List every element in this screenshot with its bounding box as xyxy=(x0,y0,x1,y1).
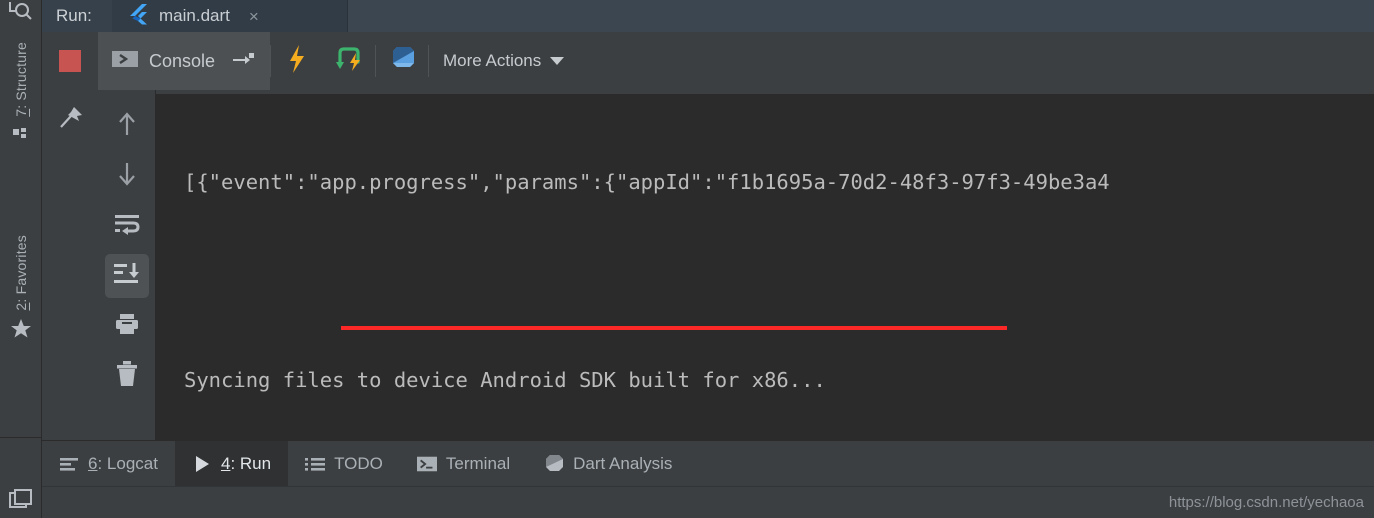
hot-restart-button[interactable] xyxy=(323,32,375,90)
bottom-tab-run[interactable]: 4: Run xyxy=(174,441,289,486)
tab-main-dart[interactable]: main.dart × xyxy=(112,0,348,32)
soft-wrap-icon xyxy=(113,212,141,241)
toggle-tool-windows-icon[interactable] xyxy=(8,487,34,511)
bottom-tab-dart-analysis-label: Dart Analysis xyxy=(573,453,673,473)
bottom-tab-todo-label: TODO xyxy=(334,453,383,473)
close-icon[interactable]: × xyxy=(249,8,259,25)
hot-restart-icon xyxy=(334,45,364,78)
bottom-tab-logcat[interactable]: 6: Logcat xyxy=(42,441,175,486)
bottom-tab-todo[interactable]: TODO xyxy=(288,441,400,486)
run-label: Run: xyxy=(42,0,112,32)
star-icon xyxy=(10,318,32,340)
stripe-divider xyxy=(0,437,42,438)
bottom-tab-terminal[interactable]: Terminal xyxy=(400,441,527,486)
stop-button[interactable] xyxy=(42,32,98,90)
favorites-mnemonic: 2 xyxy=(13,302,29,311)
toolbar-filler xyxy=(578,32,1374,90)
trash-icon xyxy=(115,360,139,392)
sidebar-item-favorites-label: 2: Favorites xyxy=(13,235,29,311)
scroll-to-end-icon xyxy=(112,261,142,292)
vertical-tab-group: 7: Structure 2: Favorites xyxy=(0,30,42,430)
stop-icon xyxy=(59,50,81,72)
more-actions-button[interactable]: More Actions xyxy=(429,32,578,90)
console-line: Syncing files to device Android SDK buil… xyxy=(184,368,826,392)
ide-run-window: 7: Structure 2: Favorites Run: main.dart… xyxy=(0,0,1374,518)
scroll-down-button[interactable] xyxy=(105,154,149,198)
structure-mnemonic: 7 xyxy=(13,108,29,117)
tab-main-dart-label: main.dart xyxy=(159,6,230,25)
console-gutter-toolbar xyxy=(98,90,156,440)
console-output-panel[interactable]: [{"event":"app.progress","params":{"appI… xyxy=(156,90,1374,440)
bottom-tab-logcat-label: 6: Logcat xyxy=(88,453,158,473)
hot-reload-button[interactable] xyxy=(271,32,323,90)
lightning-bolt-icon xyxy=(286,44,308,79)
bottom-tab-dart-analysis[interactable]: Dart Analysis xyxy=(527,441,689,486)
scroll-up-button[interactable] xyxy=(105,104,149,148)
watermark-text: https://blog.csdn.net/yechaoa xyxy=(1168,494,1364,511)
tab-console-label: Console xyxy=(149,50,216,71)
sidebar-item-favorites[interactable]: 2: Favorites xyxy=(0,235,42,340)
dart-analysis-icon xyxy=(544,454,564,474)
bottom-tab-run-label: 4: Run xyxy=(220,453,272,473)
logcat-icon xyxy=(59,454,79,474)
flutter-logo-icon xyxy=(128,3,148,30)
pin-column xyxy=(42,90,98,440)
left-tool-stripe: 7: Structure 2: Favorites xyxy=(0,0,42,518)
header-filler xyxy=(348,0,1374,32)
console-horizontal-scrollbar[interactable] xyxy=(156,90,1374,94)
console-text: [{"event":"app.progress","params":{"appI… xyxy=(184,100,1110,440)
sidebar-item-structure[interactable]: 7: Structure xyxy=(0,42,42,146)
scroll-to-end-button[interactable] xyxy=(104,254,149,298)
dart-logo-icon xyxy=(388,45,416,78)
sidebar-item-structure-label: 7: Structure xyxy=(13,42,29,117)
up-arrow-icon xyxy=(116,111,138,142)
run-header-bar: Run: main.dart × xyxy=(42,0,1374,32)
clear-console-button[interactable] xyxy=(105,354,149,398)
down-arrow-icon xyxy=(116,161,138,192)
arrow-to-square-icon[interactable] xyxy=(232,51,255,72)
terminal-icon xyxy=(416,454,437,474)
red-underline-annotation xyxy=(341,326,1007,330)
console-icon xyxy=(112,49,138,74)
console-line: [{"event":"app.progress","params":{"appI… xyxy=(184,170,1110,194)
bottom-tool-window-bar: 6: Logcat 4: Run TODO Terminal Dart Anal… xyxy=(42,440,1374,486)
todo-icon xyxy=(305,454,326,474)
run-toolbar: Console More Actions xyxy=(42,32,1374,90)
more-actions-label: More Actions xyxy=(443,51,542,70)
pin-icon[interactable] xyxy=(57,104,85,132)
run-icon xyxy=(192,454,212,474)
bottom-tab-terminal-label: Terminal xyxy=(445,453,511,473)
print-button[interactable] xyxy=(105,304,149,348)
status-bar: https://blog.csdn.net/yechaoa xyxy=(42,486,1374,518)
search-icon[interactable] xyxy=(4,0,38,26)
chevron-down-icon xyxy=(550,57,565,65)
dart-devtools-button[interactable] xyxy=(376,32,428,90)
tab-console[interactable]: Console xyxy=(98,32,270,90)
structure-icon xyxy=(10,124,32,146)
soft-wrap-button[interactable] xyxy=(105,204,149,248)
print-icon xyxy=(114,312,140,341)
